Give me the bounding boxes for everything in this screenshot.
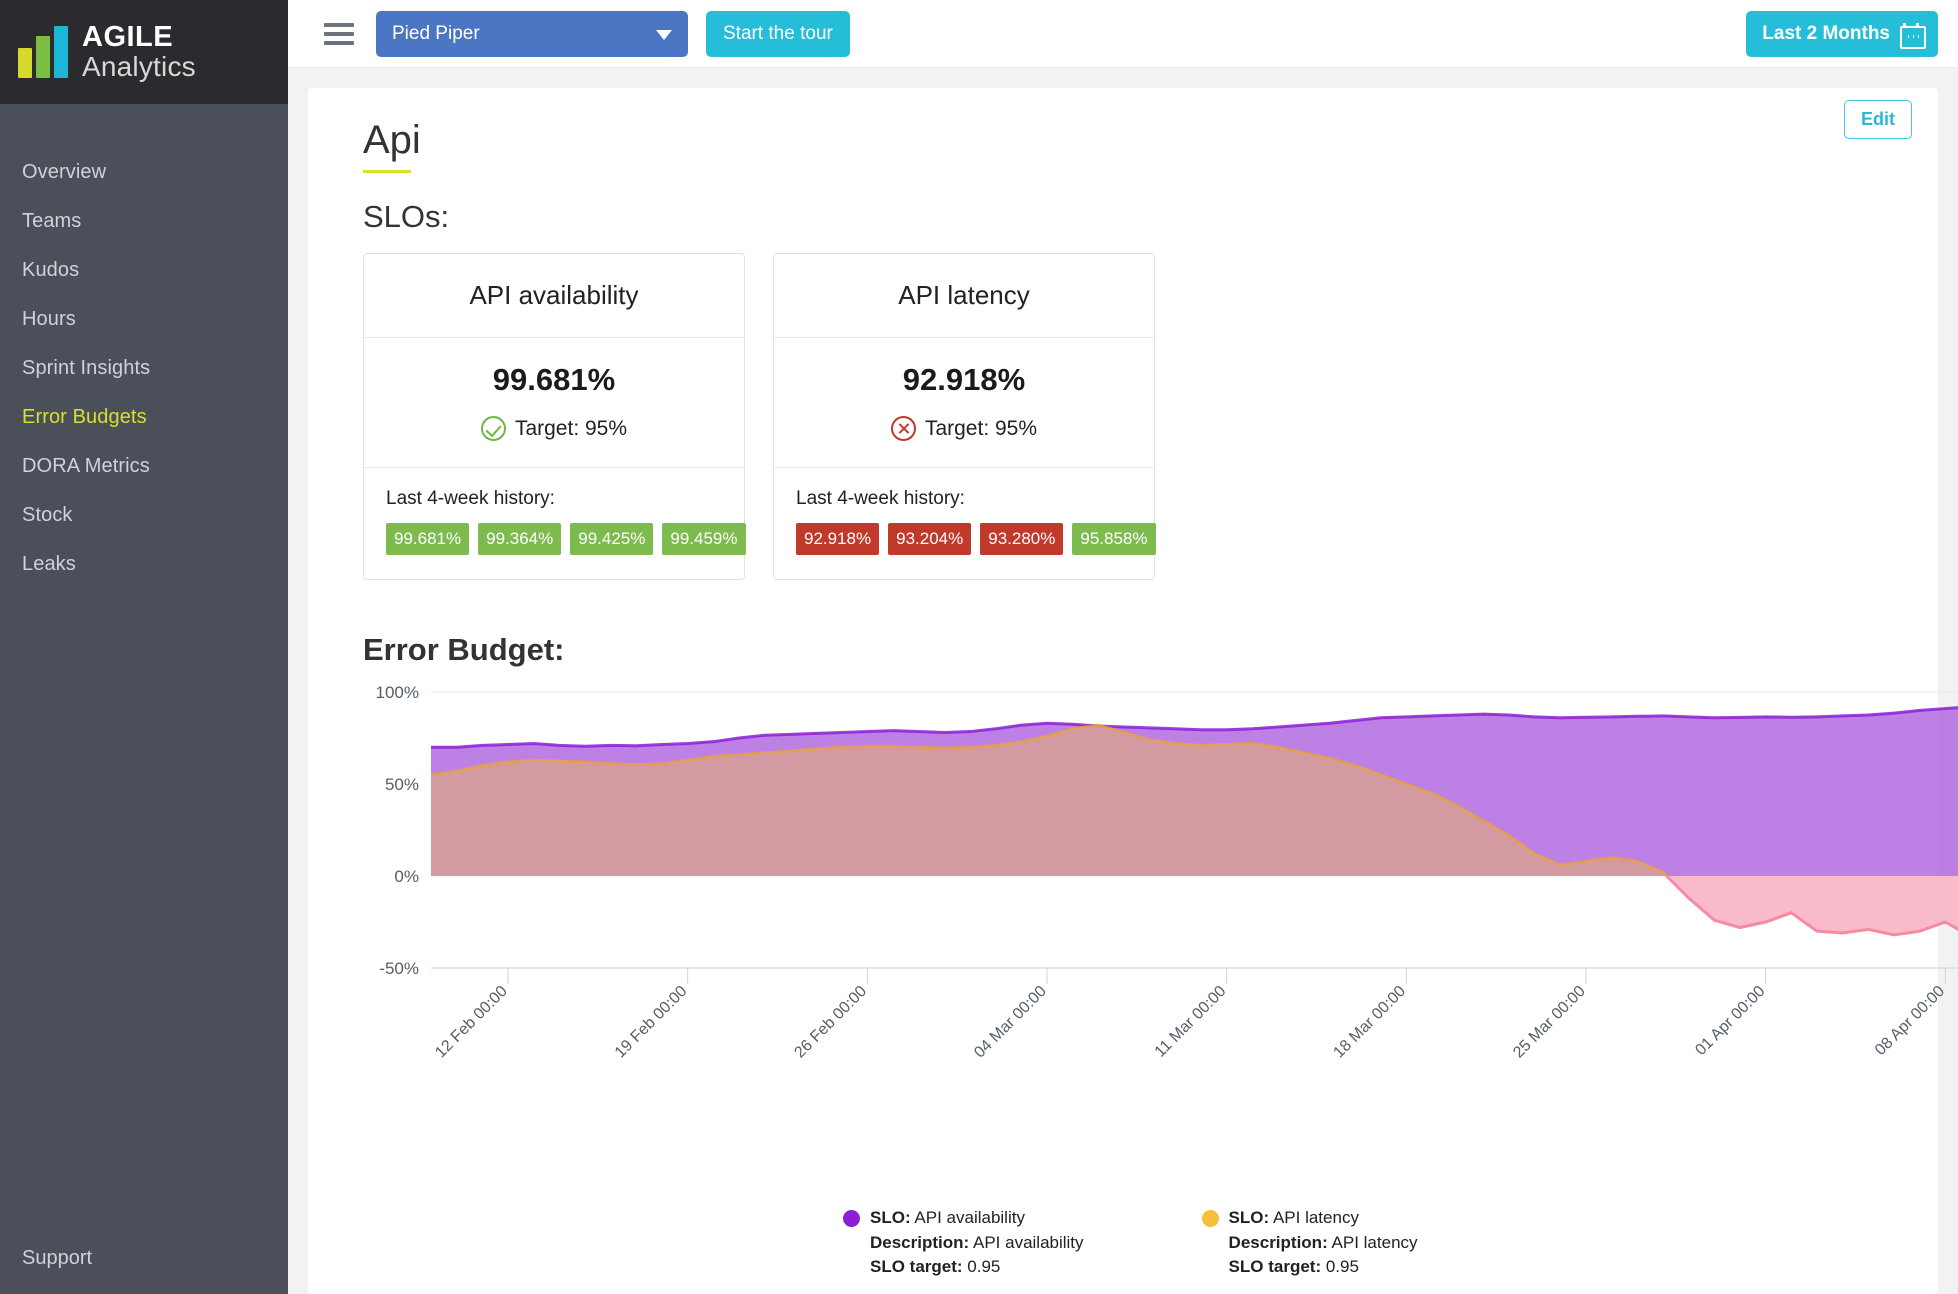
- slo-card-title: API latency: [774, 254, 1154, 338]
- sidebar-item-kudos[interactable]: Kudos: [0, 246, 288, 295]
- legend-slo-key: SLO:: [1228, 1208, 1270, 1227]
- slo-target-label: Target: 95%: [924, 416, 1038, 440]
- project-select-label: Pied Piper: [392, 22, 480, 44]
- calendar-icon: [1900, 22, 1926, 49]
- status-badge: 99.425%: [570, 523, 654, 555]
- history-badge-list: 92.918% 93.204% 93.280% 95.858%: [796, 523, 1156, 555]
- sidebar-item-error-budgets[interactable]: Error Budgets: [0, 393, 288, 442]
- slo-card-api-availability: API availability 99.681% Target: 95% Las…: [363, 253, 746, 580]
- legend-target-value: 0.95: [1325, 1257, 1359, 1277]
- svg-text:25 Mar 00:00: 25 Mar 00:00: [1510, 983, 1589, 1062]
- svg-text:08 Apr 00:00: 08 Apr 00:00: [1872, 983, 1948, 1059]
- svg-text:18 Mar 00:00: 18 Mar 00:00: [1330, 983, 1409, 1062]
- legend-item-api-availability: SLO: API availability Description: API a…: [843, 1206, 1084, 1280]
- status-badge: 92.918%: [796, 523, 880, 555]
- slo-target-label: Target: 95%: [514, 416, 628, 440]
- slo-history-section: Last 4-week history: 99.681% 99.364% 99.…: [364, 468, 746, 579]
- slo-target-row: Target: 95%: [364, 416, 744, 441]
- legend-target-key: SLO target:: [1228, 1257, 1322, 1277]
- svg-text:19 Feb 00:00: 19 Feb 00:00: [612, 983, 691, 1062]
- hamburger-menu-icon[interactable]: [320, 19, 358, 49]
- legend-slo-value: API latency: [1272, 1208, 1359, 1227]
- detail-card: Edit Api SLOs: API availability 99.681% …: [308, 88, 1958, 1294]
- svg-text:50%: 50%: [385, 775, 419, 794]
- svg-text:11 Mar 00:00: 11 Mar 00:00: [1152, 983, 1230, 1061]
- legend-target-value: 0.95: [967, 1257, 1001, 1277]
- chart-legend: SLO: API availability Description: API a…: [843, 1206, 1898, 1280]
- sidebar-item-dora-metrics[interactable]: DORA Metrics: [0, 442, 288, 491]
- legend-desc-key: Description:: [1228, 1232, 1328, 1252]
- sidebar-item-teams[interactable]: Teams: [0, 197, 288, 246]
- sidebar-nav: Overview Teams Kudos Hours Sprint Insigh…: [0, 104, 288, 1247]
- status-badge: 93.280%: [980, 523, 1064, 555]
- svg-text:04 Mar 00:00: 04 Mar 00:00: [971, 983, 1050, 1062]
- legend-desc-value: API availability: [972, 1232, 1084, 1252]
- legend-desc-key: Description:: [870, 1232, 970, 1252]
- status-badge: 93.204%: [888, 523, 972, 555]
- slo-current-value: 99.681%: [492, 362, 616, 397]
- start-tour-button[interactable]: Start the tour: [706, 10, 850, 57]
- brand-logo[interactable]: AGILE Analytics: [0, 0, 288, 104]
- app-root: AGILE Analytics Overview Teams Kudos Hou…: [0, 0, 1958, 1294]
- slo-card-title: API availability: [364, 254, 744, 338]
- status-badge: 95.858%: [1072, 523, 1156, 555]
- slo-current-value: 92.918%: [902, 362, 1026, 397]
- status-badge: 99.681%: [386, 523, 470, 555]
- bar-chart-logo-icon: [18, 26, 68, 78]
- svg-text:12 Feb 00:00: 12 Feb 00:00: [432, 983, 511, 1062]
- chevron-down-icon: [656, 30, 672, 40]
- slo-target-row: Target: 95%: [774, 416, 1154, 441]
- legend-item-api-latency: SLO: API latency Description: API latenc…: [1201, 1206, 1418, 1280]
- legend-slo-key: SLO:: [870, 1208, 911, 1227]
- legend-color-dot: [843, 1210, 860, 1227]
- sidebar-item-hours[interactable]: Hours: [0, 295, 288, 344]
- legend-color-dot: [1201, 1210, 1219, 1227]
- top-toolbar: Pied Piper Start the tour Last 2 Months: [288, 0, 1958, 68]
- slo-card-list: API availability 99.681% Target: 95% Las…: [363, 253, 1898, 580]
- date-range-button[interactable]: Last 2 Months: [1746, 10, 1938, 57]
- svg-text:-50%: -50%: [379, 959, 419, 978]
- error-budget-chart: 100% 50% 0% -50% 12 Feb 00:00 19 Feb 00:00 26 …: [363, 678, 1958, 1198]
- legend-slo-value: API availability: [914, 1208, 1025, 1227]
- sidebar-item-leaks[interactable]: Leaks: [0, 540, 288, 589]
- brand-name-primary: AGILE: [82, 20, 174, 53]
- slo-history-section: Last 4-week history: 92.918% 93.204% 93.…: [774, 468, 1156, 579]
- main-area: Pied Piper Start the tour Last 2 Months …: [288, 0, 1958, 1294]
- content-scroll-region: Edit Api SLOs: API availability 99.681% …: [288, 68, 1958, 1294]
- slo-card-api-latency: API latency 92.918% Target: 95% Last 4-w…: [773, 253, 1156, 580]
- sidebar-item-support[interactable]: Support: [0, 1247, 288, 1294]
- history-label: Last 4-week history:: [386, 488, 555, 509]
- error-budget-chart-svg: 100% 50% 0% -50% 12 Feb 00:00 19 Feb 00:00 26 …: [376, 683, 1958, 1062]
- sidebar-item-sprint-insights[interactable]: Sprint Insights: [0, 344, 288, 393]
- svg-text:01 Apr 00:00: 01 Apr 00:00: [1692, 983, 1768, 1059]
- x-circle-icon: [890, 416, 916, 441]
- error-budget-heading: Error Budget:: [363, 632, 565, 667]
- status-badge: 99.364%: [478, 523, 562, 555]
- svg-text:0%: 0%: [394, 867, 419, 886]
- legend-target-key: SLO target:: [870, 1257, 963, 1277]
- svg-text:100%: 100%: [376, 683, 419, 702]
- brand-name-secondary: Analytics: [82, 50, 196, 82]
- edit-button[interactable]: Edit: [1844, 100, 1912, 139]
- title-underline: [363, 170, 411, 173]
- slo-card-body: 99.681% Target: 95%: [364, 338, 744, 468]
- date-range-label: Last 2 Months: [1762, 22, 1890, 44]
- history-badge-list: 99.681% 99.364% 99.425% 99.459%: [386, 523, 746, 555]
- sidebar-item-overview[interactable]: Overview: [0, 148, 288, 197]
- slo-card-body: 92.918% Target: 95%: [774, 338, 1154, 468]
- slos-heading: SLOs:: [363, 199, 450, 234]
- legend-desc-value: API latency: [1331, 1232, 1418, 1252]
- sidebar-item-stock[interactable]: Stock: [0, 491, 288, 540]
- check-circle-icon: [480, 416, 506, 441]
- history-label: Last 4-week history:: [796, 488, 965, 509]
- sidebar: AGILE Analytics Overview Teams Kudos Hou…: [0, 0, 288, 1294]
- project-select[interactable]: Pied Piper: [376, 10, 688, 57]
- svg-text:26 Feb 00:00: 26 Feb 00:00: [791, 983, 870, 1062]
- page-title: Api: [363, 118, 421, 162]
- status-badge: 99.459%: [662, 523, 746, 555]
